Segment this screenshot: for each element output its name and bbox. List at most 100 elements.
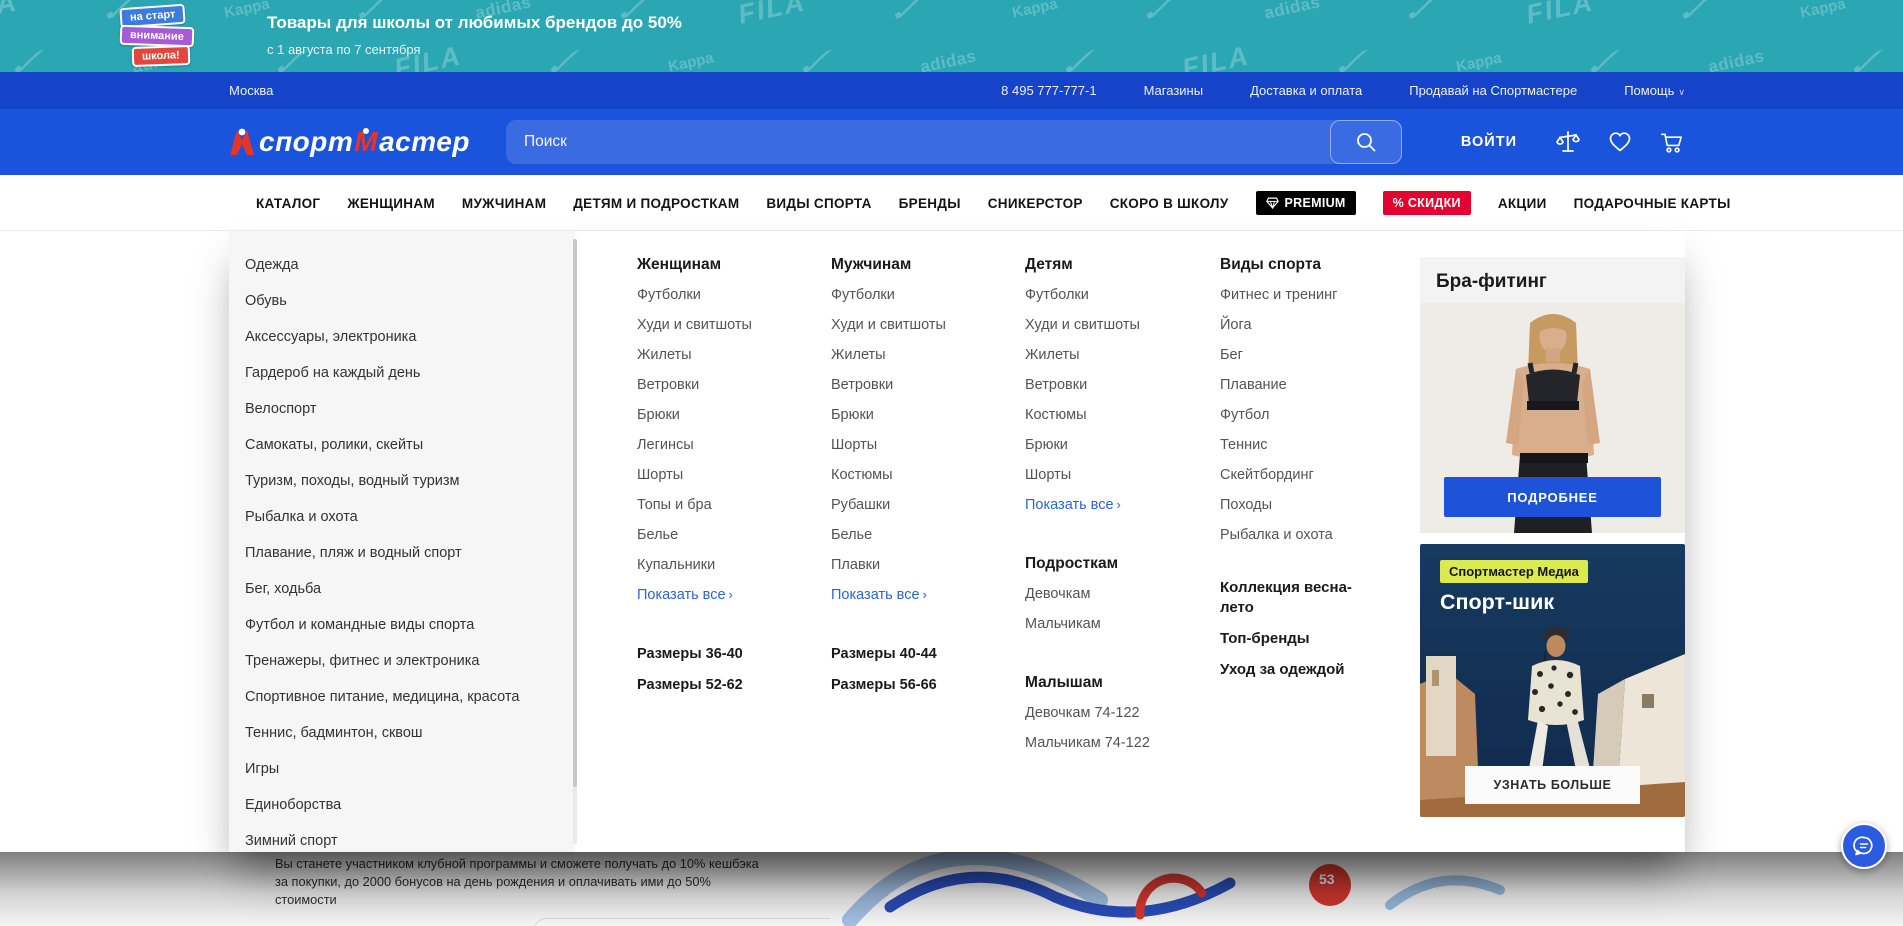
sidebar-category[interactable]: Одежда: [229, 247, 575, 283]
sidebar-category[interactable]: Рыбалка и охота: [229, 499, 575, 535]
favorites-button[interactable]: [1607, 129, 1633, 155]
menu-link[interactable]: Плавание: [1220, 370, 1402, 400]
chat-support-button[interactable]: [1841, 823, 1887, 869]
menu-link[interactable]: Девочкам 74-122: [1025, 698, 1207, 728]
menu-link[interactable]: Рубашки: [831, 490, 1013, 520]
menu-link[interactable]: Бег: [1220, 340, 1402, 370]
menu-link[interactable]: Футболки: [637, 280, 819, 310]
city-selector[interactable]: Москва: [229, 83, 273, 98]
compare-button[interactable]: [1555, 129, 1581, 155]
sidebar-category[interactable]: Самокаты, ролики, скейты: [229, 427, 575, 463]
size-link[interactable]: Размеры 36-40: [637, 639, 819, 670]
nav-item[interactable]: ЖЕНЩИНАМ: [347, 196, 435, 211]
sidebar-category[interactable]: Зимний спорт: [229, 823, 575, 852]
nav-item[interactable]: КАТАЛОГ: [256, 196, 320, 211]
featured-link[interactable]: Топ-бренды: [1220, 629, 1370, 649]
show-all-kids[interactable]: Показать все›: [1025, 490, 1207, 520]
menu-link[interactable]: Ветровки: [637, 370, 819, 400]
menu-link[interactable]: Фитнес и тренинг: [1220, 280, 1402, 310]
sidebar-category[interactable]: Плавание, пляж и водный спорт: [229, 535, 575, 571]
menu-link[interactable]: Брюки: [1025, 430, 1207, 460]
menu-link[interactable]: Футбол: [1220, 400, 1402, 430]
menu-link[interactable]: Брюки: [831, 400, 1013, 430]
menu-link[interactable]: Рыбалка и охота: [1220, 520, 1402, 550]
sidebar-scrollbar-thumb[interactable]: [573, 239, 577, 787]
featured-link[interactable]: Уход за одеждой: [1220, 660, 1370, 680]
sportmaster-logo[interactable]: спортМастер: [229, 126, 470, 158]
nav-item[interactable]: СКОРО В ШКОЛУ: [1110, 196, 1229, 211]
menu-link[interactable]: Мальчикам 74-122: [1025, 728, 1207, 758]
search-input[interactable]: [506, 120, 1326, 164]
menu-link[interactable]: Белье: [831, 520, 1013, 550]
learn-more-button[interactable]: УЗНАТЬ БОЛЬШЕ: [1465, 766, 1640, 804]
column-title[interactable]: Мужчинам: [831, 250, 1013, 280]
menu-link[interactable]: Топы и бра: [637, 490, 819, 520]
nav-item[interactable]: СНИКЕРСТОР: [988, 196, 1083, 211]
menu-link[interactable]: Жилеты: [831, 340, 1013, 370]
size-link[interactable]: Размеры 40-44: [831, 639, 1013, 670]
menu-link[interactable]: Худи и свитшоты: [1025, 310, 1207, 340]
sidebar-category[interactable]: Обувь: [229, 283, 575, 319]
menu-link[interactable]: Скейтбординг: [1220, 460, 1402, 490]
menu-link[interactable]: Легинсы: [637, 430, 819, 460]
menu-link[interactable]: Шорты: [637, 460, 819, 490]
cart-button[interactable]: [1659, 129, 1685, 155]
sidebar-category[interactable]: Аксессуары, электроника: [229, 319, 575, 355]
column-title[interactable]: Детям: [1025, 250, 1207, 280]
phone-link[interactable]: 8 495 777-777-1: [1001, 83, 1096, 98]
subsection-title-babies[interactable]: Малышам: [1025, 668, 1207, 698]
menu-link[interactable]: Костюмы: [831, 460, 1013, 490]
login-button[interactable]: ВОЙТИ: [1461, 134, 1517, 150]
sidebar-category[interactable]: Спортивное питание, медицина, красота: [229, 679, 575, 715]
search-button[interactable]: [1330, 120, 1402, 164]
sidebar-category[interactable]: Туризм, походы, водный туризм: [229, 463, 575, 499]
sidebar-category[interactable]: Футбол и командные виды спорта: [229, 607, 575, 643]
menu-link[interactable]: Купальники: [637, 550, 819, 580]
menu-link[interactable]: Шорты: [1025, 460, 1207, 490]
menu-link[interactable]: Футболки: [831, 280, 1013, 310]
nav-sale-badge[interactable]: % СКИДКИ: [1383, 191, 1471, 215]
menu-link[interactable]: Йога: [1220, 310, 1402, 340]
school-promo-banner[interactable]: FILA✓Kappa✓adidas✓FILA✓Kappa✓adidas✓FILA…: [0, 0, 1903, 72]
nav-item[interactable]: АКЦИИ: [1498, 196, 1547, 211]
menu-link[interactable]: Худи и свитшоты: [831, 310, 1013, 340]
column-title[interactable]: Виды спорта: [1220, 250, 1402, 280]
menu-link[interactable]: Ветровки: [831, 370, 1013, 400]
menu-link[interactable]: Жилеты: [637, 340, 819, 370]
menu-link[interactable]: Костюмы: [1025, 400, 1207, 430]
sidebar-category[interactable]: Игры: [229, 751, 575, 787]
menu-link[interactable]: Жилеты: [1025, 340, 1207, 370]
nav-item[interactable]: ДЕТЯМ И ПОДРОСТКАМ: [573, 196, 739, 211]
sidebar-category[interactable]: Гардероб на каждый день: [229, 355, 575, 391]
menu-link[interactable]: Девочкам: [1025, 579, 1207, 609]
menu-link[interactable]: Ветровки: [1025, 370, 1207, 400]
menu-link[interactable]: Белье: [637, 520, 819, 550]
nav-item[interactable]: МУЖЧИНАМ: [462, 196, 546, 211]
topbar-link[interactable]: Магазины: [1144, 83, 1204, 98]
help-menu[interactable]: Помощь∨: [1624, 83, 1685, 98]
topbar-link[interactable]: Доставка и оплата: [1250, 83, 1362, 98]
sidebar-category[interactable]: Велоспорт: [229, 391, 575, 427]
sidebar-category[interactable]: Единоборства: [229, 787, 575, 823]
nav-premium-badge[interactable]: PREMIUM: [1256, 191, 1356, 215]
nav-item[interactable]: БРЕНДЫ: [899, 196, 961, 211]
menu-link[interactable]: Футболки: [1025, 280, 1207, 310]
featured-link[interactable]: Коллекция весна-лето: [1220, 578, 1370, 618]
show-all-women[interactable]: Показать все›: [637, 580, 819, 610]
size-link[interactable]: Размеры 52-62: [637, 670, 819, 701]
sidebar-category[interactable]: Теннис, бадминтон, сквош: [229, 715, 575, 751]
column-title[interactable]: Женщинам: [637, 250, 819, 280]
menu-link[interactable]: Походы: [1220, 490, 1402, 520]
menu-link[interactable]: Теннис: [1220, 430, 1402, 460]
menu-link[interactable]: Мальчикам: [1025, 609, 1207, 639]
size-link[interactable]: Размеры 56-66: [831, 670, 1013, 701]
sidebar-category[interactable]: Бег, ходьба: [229, 571, 575, 607]
topbar-link[interactable]: Продавай на Спортмастере: [1409, 83, 1577, 98]
bra-fitting-details-button[interactable]: ПОДРОБНЕЕ: [1444, 477, 1661, 517]
subsection-title-teens[interactable]: Подросткам: [1025, 549, 1207, 579]
menu-link[interactable]: Плавки: [831, 550, 1013, 580]
nav-item[interactable]: ПОДАРОЧНЫЕ КАРТЫ: [1574, 196, 1731, 211]
sidebar-category[interactable]: Тренажеры, фитнес и электроника: [229, 643, 575, 679]
show-all-men[interactable]: Показать все›: [831, 580, 1013, 610]
menu-link[interactable]: Брюки: [637, 400, 819, 430]
